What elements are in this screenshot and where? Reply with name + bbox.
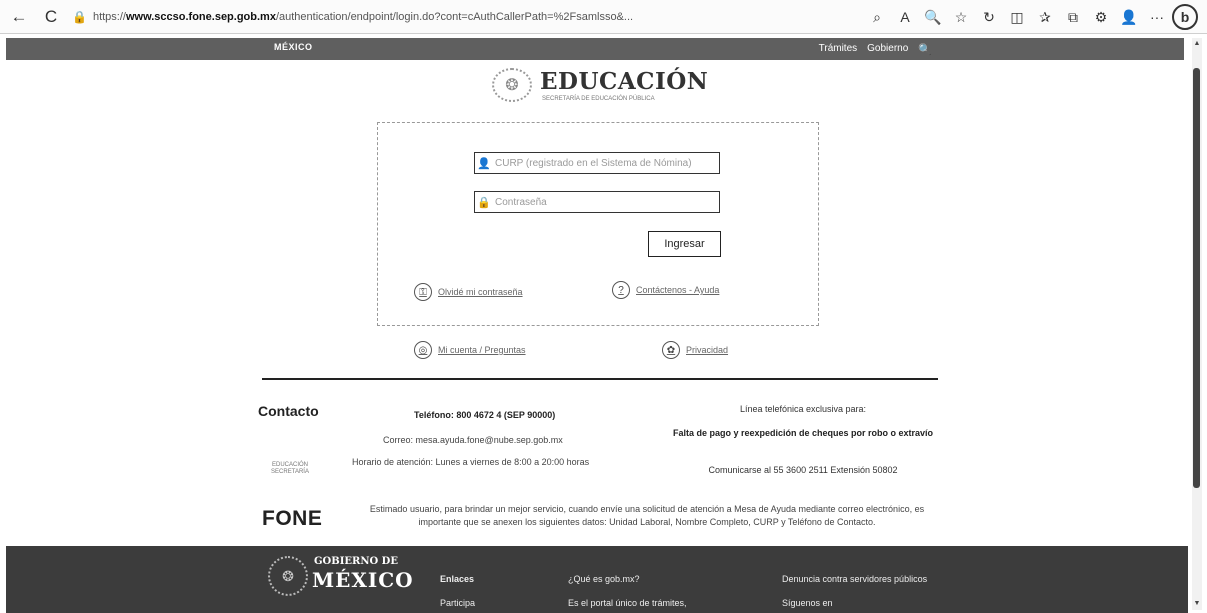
footer-que-es-gob[interactable]: ¿Qué es gob.mx? — [568, 574, 640, 584]
back-arrow-icon: ← — [10, 6, 28, 26]
gob-top-bar: MÉXICO Trámites Gobierno 🔍 — [6, 38, 1184, 60]
contact-phone: Teléfono: 800 4672 4 (SEP 90000) — [414, 410, 556, 420]
url-path: /authentication/endpoint/login.do?cont=c… — [275, 10, 634, 23]
password-input[interactable] — [493, 195, 719, 209]
fone-title: FONE — [262, 507, 323, 530]
favorite-star-icon[interactable]: ☆ — [947, 4, 975, 30]
search-icon[interactable]: 🔍 — [918, 43, 932, 56]
fone-notice: Estimado usuario, para brindar un mejor … — [369, 504, 925, 527]
browser-toolbar: ← C 🔒 https:// www.sccso.fone.sep.gob.mx… — [0, 0, 1207, 34]
reload-button[interactable]: C — [38, 4, 64, 30]
browser-tools: ⌕ A 🔍 ☆ ↻ ◫ ✰ ⧉ ⚙ 👤 ··· b — [863, 4, 1199, 30]
contact-title: Contacto — [258, 403, 319, 419]
footer-enlaces: Enlaces — [440, 574, 475, 584]
contact-help-link[interactable]: ? Contáctenos - Ayuda — [612, 281, 719, 299]
page-subtitle: SECRETARÍA DE EDUCACIÓN PÚBLICA — [542, 96, 655, 102]
address-bar[interactable]: 🔒 https:// www.sccso.fone.sep.gob.mx /au… — [72, 5, 832, 29]
url-prefix: https:// — [92, 10, 126, 23]
bing-icon: b — [1172, 4, 1198, 30]
section-divider — [262, 378, 938, 380]
account-link-label: Mi cuenta / Preguntas — [438, 345, 526, 355]
footer-portal-unico: Es el portal único de trámites, — [568, 598, 687, 608]
scroll-down-icon[interactable]: ▼ — [1193, 600, 1201, 608]
link-gobierno[interactable]: Gobierno — [867, 43, 908, 56]
page-title: EDUCACIÓN — [540, 68, 709, 95]
url-host: www.sccso.fone.sep.gob.mx — [125, 10, 276, 23]
split-screen-icon[interactable]: ◫ — [1003, 4, 1031, 30]
reload-icon: C — [44, 6, 58, 26]
contact-help-label: Contáctenos - Ayuda — [636, 285, 720, 295]
line-phone: Comunicarse al 55 3600 2511 Extensión 50… — [708, 465, 898, 475]
read-aloud-icon[interactable]: A — [891, 4, 919, 30]
password-field[interactable]: 🔒 — [474, 191, 720, 213]
bing-chat-button[interactable]: b — [1171, 4, 1199, 30]
line-title: Línea telefónica exclusiva para: — [739, 404, 867, 414]
gob-footer: ❂ GOBIERNO DE MÉXICO Enlaces Participa ¿… — [6, 546, 1188, 613]
forgot-password-link[interactable]: ⚿ Olvidé mi contraseña — [414, 283, 523, 301]
footer-mexico: MÉXICO — [312, 568, 414, 592]
lock-icon: 🔒 — [477, 196, 491, 209]
back-button[interactable]: ← — [6, 4, 32, 30]
more-menu-icon[interactable]: ··· — [1143, 4, 1171, 30]
user-icon: 👤 — [477, 157, 491, 170]
scroll-up-icon[interactable]: ▲ — [1193, 40, 1201, 48]
footer-gobierno-de: GOBIERNO DE — [314, 556, 398, 567]
help-icon: ? — [612, 281, 630, 299]
forgot-password-label: Olvidé mi contraseña — [438, 287, 523, 297]
footer-siguenos: Síguenos en — [782, 598, 833, 608]
refresh-circle-icon[interactable]: ↻ — [975, 4, 1003, 30]
curp-field[interactable]: 👤 — [474, 152, 720, 174]
account-link[interactable]: ◎ Mi cuenta / Preguntas — [414, 341, 526, 359]
key-icon: ⚿ — [414, 283, 432, 301]
line-subject: Falta de pago y reexpedición de cheques … — [672, 428, 934, 438]
sep-small-logo: EDUCACIÓN SECRETARÍA — [271, 462, 309, 475]
contact-email[interactable]: Correo: mesa.ayuda.fone@nube.sep.gob.mx — [383, 435, 563, 445]
favorites-icon[interactable]: ✰ — [1031, 4, 1059, 30]
footer-denuncia[interactable]: Denuncia contra servidores públicos — [782, 574, 927, 584]
privacy-link-label: Privacidad — [686, 345, 729, 355]
collections-icon[interactable]: ⧉ — [1059, 4, 1087, 30]
privacy-icon: ✿ — [662, 341, 680, 359]
privacy-link[interactable]: ✿ Privacidad — [662, 341, 728, 359]
login-form: 👤 🔒 Ingresar ⚿ Olvidé mi contraseña ? Co… — [377, 122, 819, 326]
lock-icon: 🔒 — [72, 9, 87, 24]
footer-participa[interactable]: Participa — [440, 598, 475, 608]
gob-mexico-logo[interactable]: MÉXICO — [274, 42, 313, 52]
ingresar-button[interactable]: Ingresar — [648, 231, 721, 257]
account-icon: ◎ — [414, 341, 432, 359]
national-seal-icon: ❂ — [492, 68, 532, 102]
contact-hours: Horario de atención: Lunes a viernes de … — [352, 457, 590, 467]
sep-logo: ❂ EDUCACIÓN SECRETARÍA DE EDUCACIÓN PÚBL… — [492, 66, 732, 106]
curp-input[interactable] — [493, 156, 719, 170]
extensions-icon[interactable]: ⚙ — [1087, 4, 1115, 30]
footer-seal-icon: ❂ — [268, 556, 308, 596]
scroll-thumb[interactable] — [1193, 68, 1200, 488]
gob-top-links: Trámites Gobierno 🔍 — [819, 43, 932, 56]
link-tramites[interactable]: Trámites — [819, 43, 858, 56]
page-scrollbar[interactable]: ▲ ▼ — [1192, 38, 1202, 610]
search-page-icon[interactable]: ⌕ — [863, 4, 891, 30]
zoom-icon[interactable]: 🔍 — [919, 4, 947, 30]
profile-icon[interactable]: 👤 — [1115, 4, 1143, 30]
